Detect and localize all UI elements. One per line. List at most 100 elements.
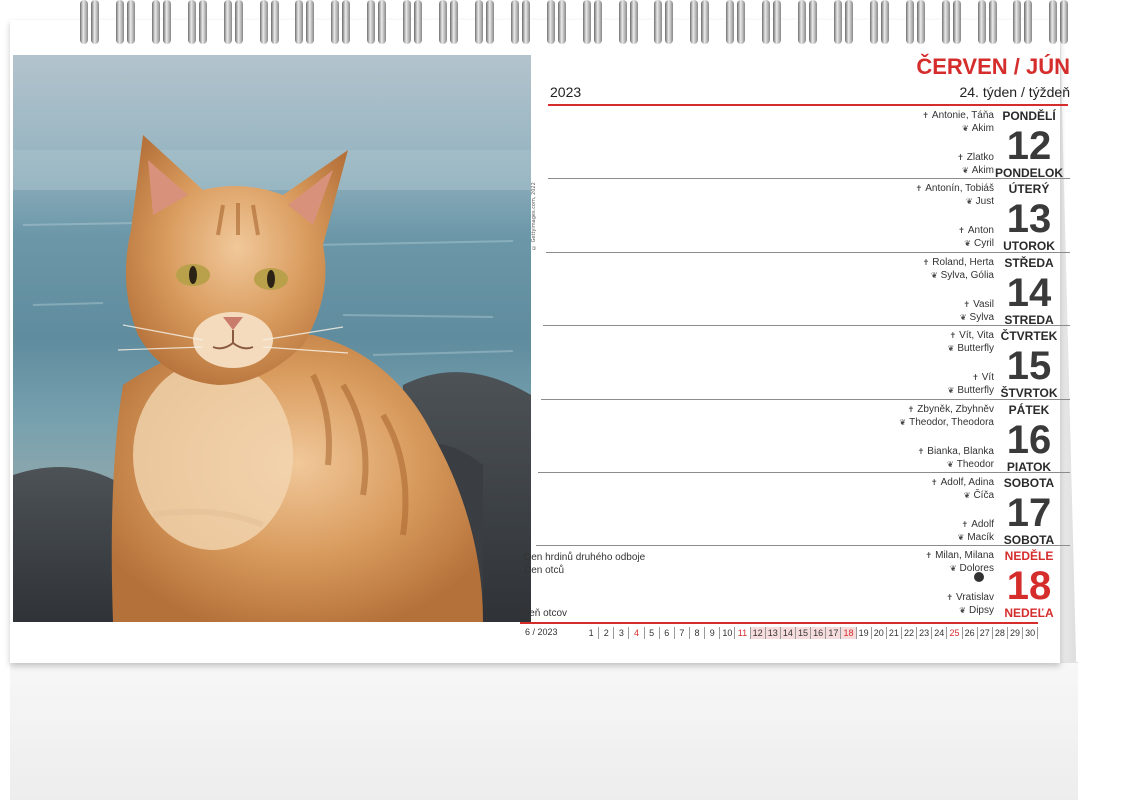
month-title: ČERVEN / JÚN xyxy=(916,54,1070,79)
spiral-ring xyxy=(1013,0,1033,46)
name-day-cz: ✝ Vratislav xyxy=(794,591,994,604)
spiral-ring xyxy=(905,0,926,46)
name-day-text: Sylva, Gólia xyxy=(940,269,994,281)
cat-illustration xyxy=(13,135,531,622)
cross-icon: ✝ xyxy=(930,478,938,487)
name-day-sk: ❦ Macík xyxy=(794,531,994,544)
mini-day: 6 xyxy=(660,627,675,639)
holiday-sk-1: Deň otcov xyxy=(522,608,568,619)
name-day-sk: ❦ Just xyxy=(794,195,994,208)
bottom-divider xyxy=(520,622,1038,624)
header-divider xyxy=(548,104,1068,106)
mini-day: 5 xyxy=(645,627,660,639)
day-divider xyxy=(543,325,1070,327)
cross-icon: ✝ xyxy=(972,373,979,383)
mini-day: 9 xyxy=(705,627,721,639)
mini-day: 30 xyxy=(1023,627,1039,639)
name-day-cz: ✝ Adolf, Adina xyxy=(794,476,994,489)
cross-icon: ✝ xyxy=(915,184,923,194)
day-divider xyxy=(545,251,1070,253)
spiral-ring xyxy=(869,0,890,46)
leaf-icon: ❦ xyxy=(947,386,955,396)
name-day-cz: ✝ Anton xyxy=(794,224,994,237)
name-day-text: Anton xyxy=(967,225,994,237)
spiral-ring xyxy=(474,0,495,46)
mini-day: 29 xyxy=(1008,627,1024,639)
name-day-text: Vratislav xyxy=(956,592,994,604)
name-day-text: Vít xyxy=(981,372,994,384)
mini-day: 2 xyxy=(599,627,615,639)
spiral-ring xyxy=(510,0,531,46)
mini-day: 13 xyxy=(765,627,781,639)
spiral-ring xyxy=(833,0,854,46)
mini-month-strip: 1 2 3 4 5 6 7 8 9 10 11 12 13 14 15 16 17 18 19 20 21 22 23 24 2… xyxy=(584,627,1039,639)
spiral-ring xyxy=(977,0,998,46)
name-day-cz: ✝ Milan, Milana xyxy=(794,549,994,562)
name-day-text: Adolf, Adina xyxy=(940,477,994,488)
name-day-sk: ❦ Sylva, Gólia xyxy=(794,269,994,282)
name-day-text: Roland, Herta xyxy=(932,256,994,268)
name-day-cz: ✝ Zlatko xyxy=(794,151,994,164)
weekday-name-cz: NEDĚLE xyxy=(1004,549,1054,564)
name-day-cz: ✝ Adolf xyxy=(794,518,995,531)
mini-day: 10 xyxy=(720,627,736,639)
day-number: 18 xyxy=(1006,564,1052,609)
day-divider xyxy=(548,178,1070,180)
spiral-ring xyxy=(403,0,423,46)
mini-day: 1 xyxy=(584,627,600,639)
day-divider xyxy=(540,398,1070,400)
name-day-sk: ❦ Butterfly xyxy=(794,384,994,397)
name-day-sk: ❦ Theodor, Theodora xyxy=(794,416,994,429)
strip-month-label: 6 / 2023 xyxy=(525,627,558,637)
mini-day: 18 xyxy=(841,627,857,639)
name-day-text: Vít, Vita xyxy=(959,330,994,342)
weekday-name-cz: STŘEDA xyxy=(1004,255,1054,270)
cross-icon: ✝ xyxy=(922,111,929,120)
mini-day: 14 xyxy=(780,627,796,639)
name-day-sk: ❦ Butterfly xyxy=(794,342,994,355)
name-day-sk: ❦ Akim xyxy=(794,164,994,177)
leaf-icon: ❦ xyxy=(962,166,969,175)
day-number: 15 xyxy=(1006,344,1052,389)
spiral-ring xyxy=(762,0,782,46)
full-moon-icon xyxy=(974,572,984,582)
name-day-text: Antonie, Táňa xyxy=(931,110,994,121)
mini-day: 21 xyxy=(887,627,902,639)
mini-day: 4 xyxy=(629,627,645,639)
leaf-icon: ❦ xyxy=(949,564,957,574)
weekday-name-cz: PÁTEK xyxy=(1008,402,1050,417)
leaf-icon: ❦ xyxy=(959,312,967,322)
name-day-text: Theodor xyxy=(956,458,994,470)
spiral-ring xyxy=(1049,0,1069,46)
name-day-cz: ✝ Bianka, Blanka xyxy=(794,445,994,458)
day-number: 13 xyxy=(1006,197,1052,242)
name-day-text: Adolf xyxy=(971,519,994,530)
cross-icon: ✝ xyxy=(946,593,954,603)
name-day-text: Butterfly xyxy=(957,385,994,397)
mini-day: 17 xyxy=(826,627,842,639)
mini-day: 16 xyxy=(811,627,827,639)
name-day-cz: ✝ Zbyněk, Zbyhněv xyxy=(794,403,994,416)
cat-photo xyxy=(13,55,531,622)
name-day-cz: ✝ Antonie, Táňa xyxy=(794,109,994,122)
leaf-icon: ❦ xyxy=(959,606,966,616)
name-day-cz: ✝ Antonín, Tobiáš xyxy=(794,182,994,195)
leaf-icon: ❦ xyxy=(964,239,971,249)
spiral-ring xyxy=(439,0,459,46)
name-day-cz: ✝ Vít, Vita xyxy=(794,329,994,342)
weekday-name-cz: ÚTERÝ xyxy=(1008,182,1050,197)
mini-day: 25 xyxy=(947,627,963,639)
name-day-text: Just xyxy=(975,196,994,208)
leaf-icon: ❦ xyxy=(947,344,955,354)
name-day-sk: ❦ Theodor xyxy=(794,458,994,471)
name-day-cz: ✝ Roland, Herta xyxy=(794,256,994,269)
cross-icon: ✝ xyxy=(925,551,933,561)
day-number: 17 xyxy=(1006,491,1052,535)
mini-day: 24 xyxy=(932,627,948,639)
mini-day: 20 xyxy=(872,627,887,639)
name-day-text: Theodor, Theodora xyxy=(909,416,994,428)
spiral-ring xyxy=(654,0,674,46)
spiral-ring xyxy=(798,0,818,46)
mini-day: 12 xyxy=(750,627,766,639)
name-day-sk: ❦ Sylva xyxy=(794,311,994,324)
